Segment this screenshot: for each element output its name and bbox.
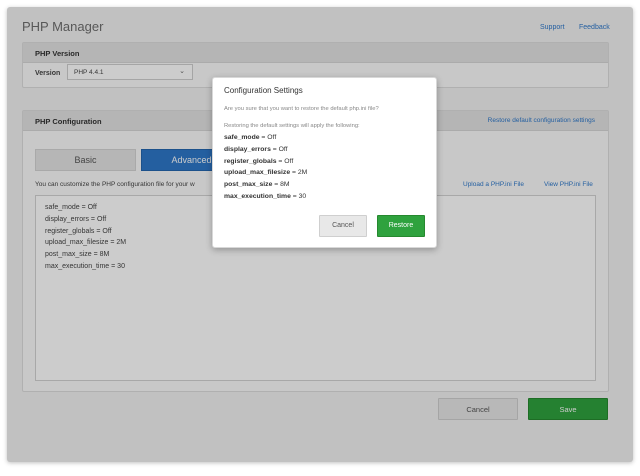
dialog-setting: max_execution_time = 30 (224, 191, 307, 203)
setting-key: safe_mode (224, 134, 260, 141)
dialog-intro: Restoring the default settings will appl… (224, 123, 360, 129)
dialog-restore-button[interactable]: Restore (377, 215, 425, 237)
setting-value: = 30 (290, 192, 307, 200)
setting-key: register_globals (224, 157, 277, 165)
dialog-title: Configuration Settings (224, 86, 303, 95)
setting-value: = Off (259, 134, 277, 141)
setting-key: upload_max_filesize (224, 169, 291, 177)
setting-value: = 2M (290, 169, 308, 177)
setting-value: = 8M (272, 181, 290, 189)
dialog-setting: display_errors = Off (224, 144, 307, 156)
setting-value: = Off (270, 145, 288, 153)
setting-key: max_execution_time (224, 192, 291, 200)
setting-value: = Off (276, 157, 294, 165)
dialog-setting: register_globals = Off (224, 156, 307, 168)
php-manager-window: PHP Manager Support Feedback PHP Version… (7, 7, 633, 462)
dialog-cancel-button[interactable]: Cancel (319, 215, 367, 237)
dialog-question: Are you sure that you want to restore th… (224, 106, 379, 112)
dialog-setting: safe_mode = Off (224, 132, 307, 144)
dialog-settings-list: safe_mode = Off display_errors = Off reg… (224, 132, 307, 203)
configuration-settings-dialog: Configuration Settings Are you sure that… (212, 77, 437, 248)
dialog-setting: post_max_size = 8M (224, 179, 307, 191)
setting-key: post_max_size (224, 181, 273, 189)
setting-key: display_errors (224, 145, 271, 153)
dialog-setting: upload_max_filesize = 2M (224, 167, 307, 179)
